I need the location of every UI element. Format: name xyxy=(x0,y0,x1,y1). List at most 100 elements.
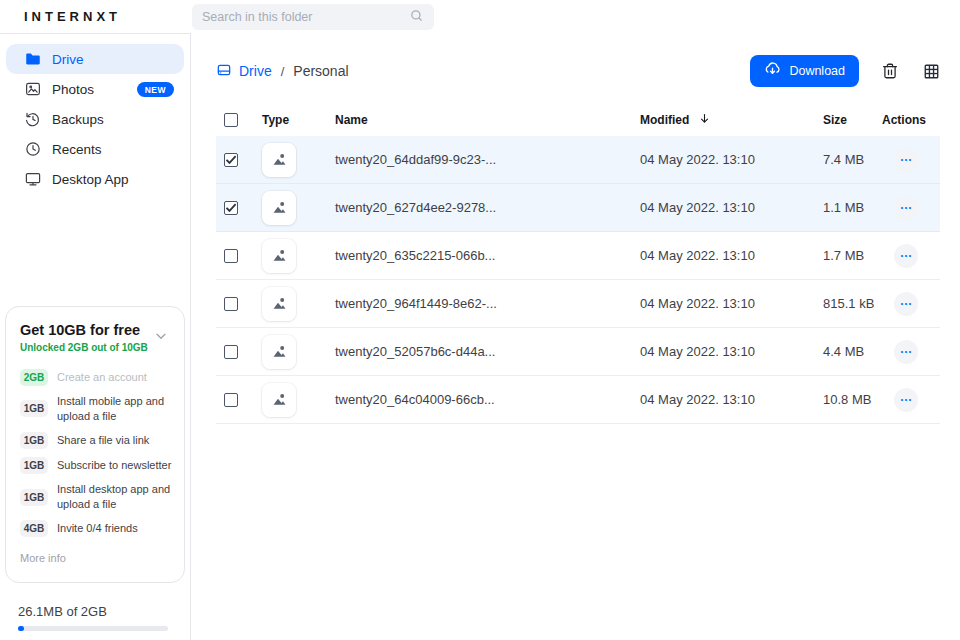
col-header-name[interactable]: Name xyxy=(335,113,640,127)
search-icon xyxy=(409,8,424,27)
col-header-modified[interactable]: Modified xyxy=(640,113,689,127)
file-name: twenty20_964f1449-8e62-... xyxy=(335,296,640,311)
file-modified: 04 May 2022. 13:10 xyxy=(640,248,823,263)
sidebar-item-backups[interactable]: Backups xyxy=(6,104,184,134)
search-bar[interactable] xyxy=(192,4,434,30)
row-actions-button[interactable]: ••• xyxy=(894,148,918,172)
file-name: twenty20_64ddaf99-9c23-... xyxy=(335,152,640,167)
file-name: twenty20_635c2215-066b... xyxy=(335,248,640,263)
usage-progressbar xyxy=(18,626,168,631)
file-name: twenty20_627d4ee2-9278... xyxy=(335,200,640,215)
new-badge: NEW xyxy=(137,82,174,97)
grid-view-button[interactable] xyxy=(923,63,940,80)
file-type-icon xyxy=(262,191,296,225)
sidebar-item-desktop-app[interactable]: Desktop App xyxy=(6,164,184,194)
referral-step: 2GB Create an account xyxy=(20,369,176,386)
search-input[interactable] xyxy=(202,10,409,24)
download-label: Download xyxy=(789,64,845,78)
step-badge: 1GB xyxy=(20,432,48,449)
row-checkbox[interactable] xyxy=(224,297,238,311)
main-panel: Drive / Personal Download Type Name xyxy=(191,33,960,640)
chevron-down-icon[interactable] xyxy=(153,328,169,348)
file-modified: 04 May 2022. 13:10 xyxy=(640,296,823,311)
row-actions-button[interactable]: ••• xyxy=(894,196,918,220)
sidebar-item-drive[interactable]: Drive xyxy=(6,44,184,74)
breadcrumb-current: Personal xyxy=(293,63,348,79)
step-badge: 1GB xyxy=(20,400,48,417)
referral-step: 1GB Share a file via link xyxy=(20,432,176,449)
file-row[interactable]: twenty20_52057b6c-d44a... 04 May 2022. 1… xyxy=(216,328,940,376)
download-button[interactable]: Download xyxy=(750,55,859,87)
file-name: twenty20_52057b6c-d44a... xyxy=(335,344,640,359)
row-actions-button[interactable]: ••• xyxy=(894,292,918,316)
sort-desc-icon[interactable] xyxy=(698,112,711,128)
col-header-type[interactable]: Type xyxy=(262,113,335,127)
breadcrumb-drive[interactable]: Drive xyxy=(216,62,272,81)
col-header-actions[interactable]: Actions xyxy=(882,113,940,127)
file-type-icon xyxy=(262,287,296,321)
col-header-size[interactable]: Size xyxy=(823,113,882,127)
file-modified: 04 May 2022. 13:10 xyxy=(640,344,823,359)
file-size: 10.8 MB xyxy=(823,392,882,407)
referral-step: 1GB Subscribe to newsletter xyxy=(20,457,176,474)
folder-icon xyxy=(24,50,42,68)
row-checkbox[interactable] xyxy=(224,249,238,263)
file-row[interactable]: twenty20_64c04009-66cb... 04 May 2022. 1… xyxy=(216,376,940,424)
step-label: Share a file via link xyxy=(57,433,149,448)
row-actions-button[interactable]: ••• xyxy=(894,244,918,268)
referral-subtitle: Unlocked 2GB out of 10GB xyxy=(20,342,148,353)
referral-title: Get 10GB for free xyxy=(20,322,148,339)
step-badge: 4GB xyxy=(20,520,48,537)
sidebar-item-recents[interactable]: Recents xyxy=(6,134,184,164)
trash-button[interactable] xyxy=(881,62,899,80)
sidebar-item-label: Drive xyxy=(52,52,84,67)
file-name: twenty20_64c04009-66cb... xyxy=(335,392,640,407)
clock-icon xyxy=(24,140,42,158)
more-info-link[interactable]: More info xyxy=(20,552,176,564)
step-label: Invite 0/4 friends xyxy=(57,521,138,536)
file-modified: 04 May 2022. 13:10 xyxy=(640,152,823,167)
file-type-icon xyxy=(262,383,296,417)
referral-step: 4GB Invite 0/4 friends xyxy=(20,520,176,537)
row-checkbox[interactable] xyxy=(224,201,238,215)
step-label: Install mobile app and upload a file xyxy=(57,394,176,424)
file-size: 1.7 MB xyxy=(823,248,882,263)
step-label: Install desktop app and upload a file xyxy=(57,482,176,512)
file-modified: 04 May 2022. 13:10 xyxy=(640,200,823,215)
file-row[interactable]: twenty20_964f1449-8e62-... 04 May 2022. … xyxy=(216,280,940,328)
topbar: INTERNXT xyxy=(0,0,960,33)
file-row[interactable]: twenty20_64ddaf99-9c23-... 04 May 2022. … xyxy=(216,136,940,184)
table-header: Type Name Modified Size Actions xyxy=(216,103,940,136)
row-checkbox[interactable] xyxy=(224,345,238,359)
breadcrumb-root-label: Drive xyxy=(239,63,272,79)
file-size: 815.1 kB xyxy=(823,296,882,311)
step-badge: 1GB xyxy=(20,489,48,506)
usage-progress-fill xyxy=(18,626,24,631)
breadcrumb: Drive / Personal xyxy=(216,62,349,81)
referral-step: 1GB Install mobile app and upload a file xyxy=(20,394,176,424)
usage-text: 26.1MB of 2GB xyxy=(18,604,168,619)
select-all-checkbox[interactable] xyxy=(224,113,238,127)
photos-icon xyxy=(24,80,42,98)
file-row[interactable]: twenty20_627d4ee2-9278... 04 May 2022. 1… xyxy=(216,184,940,232)
sidebar-item-label: Photos xyxy=(52,82,94,97)
row-checkbox[interactable] xyxy=(224,153,238,167)
step-label: Create an account xyxy=(57,370,147,385)
internxt-logo: INTERNXT xyxy=(24,0,121,33)
referral-step: 1GB Install desktop app and upload a fil… xyxy=(20,482,176,512)
sidebar-item-label: Desktop App xyxy=(52,172,129,187)
step-badge: 1GB xyxy=(20,457,48,474)
desktop-icon xyxy=(24,170,42,188)
file-size: 4.4 MB xyxy=(823,344,882,359)
row-actions-button[interactable]: ••• xyxy=(894,340,918,364)
referral-card: Get 10GB for free Unlocked 2GB out of 10… xyxy=(5,306,185,583)
file-type-icon xyxy=(262,335,296,369)
backups-icon xyxy=(24,110,42,128)
sidebar-item-label: Backups xyxy=(52,112,104,127)
sidebar-item-photos[interactable]: Photos NEW xyxy=(6,74,184,104)
file-row[interactable]: twenty20_635c2215-066b... 04 May 2022. 1… xyxy=(216,232,940,280)
breadcrumb-separator: / xyxy=(281,64,285,79)
file-table: Type Name Modified Size Actions twenty20… xyxy=(216,103,940,424)
row-actions-button[interactable]: ••• xyxy=(894,388,918,412)
row-checkbox[interactable] xyxy=(224,393,238,407)
